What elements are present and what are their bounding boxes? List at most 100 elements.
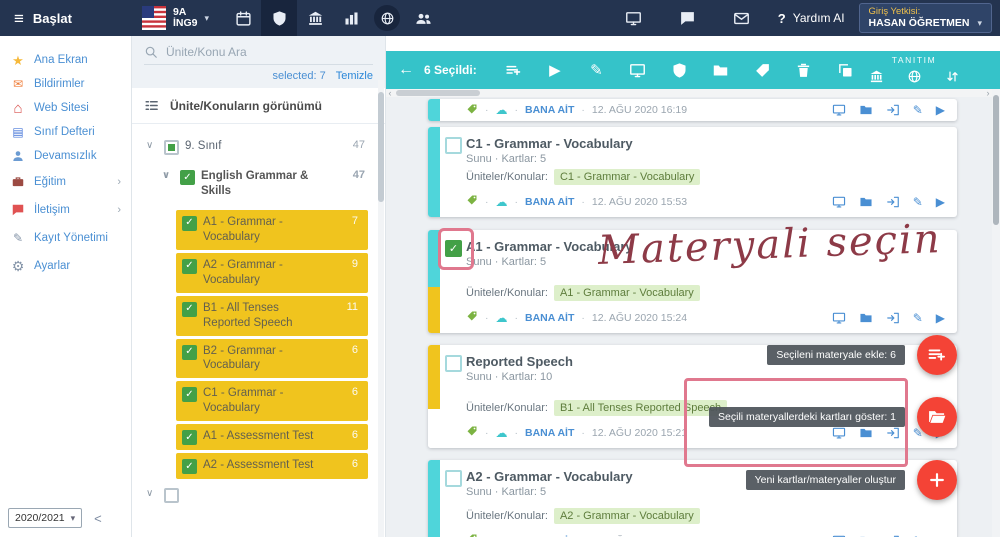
- present-card-button[interactable]: [832, 311, 846, 325]
- edit-card-button[interactable]: ✎: [913, 104, 923, 116]
- clear-selection-link[interactable]: Temizle: [336, 70, 373, 82]
- sidebar-item-sinif-defteri[interactable]: ▤ Sınıf Defteri: [0, 120, 131, 144]
- sidebar-item-web-sitesi[interactable]: ⌂ Web Sitesi: [0, 96, 131, 120]
- institution-button[interactable]: [297, 0, 333, 36]
- protect-button[interactable]: [669, 56, 690, 84]
- play-card-button[interactable]: ▶: [936, 104, 945, 116]
- sidebar-item-bildirimler[interactable]: ✉ Bildirimler: [0, 72, 131, 96]
- web-button[interactable]: [369, 0, 405, 36]
- checkbox-checked[interactable]: ✓: [182, 459, 197, 475]
- sidebar-item-egitim[interactable]: Eğitim ›: [0, 168, 131, 196]
- login-role-selector[interactable]: Giriş Yetkisi: HASAN ÖĞRETMEN ▾: [858, 3, 992, 33]
- folder-card-button[interactable]: [859, 534, 873, 537]
- move-to-folder-button[interactable]: [710, 56, 731, 84]
- scroll-left-icon[interactable]: ‹: [386, 88, 394, 98]
- checkbox-indeterminate[interactable]: [164, 140, 179, 155]
- main-scrollbar[interactable]: [992, 89, 1000, 537]
- help-button[interactable]: ? Yardım AI: [778, 11, 845, 26]
- card-checkbox[interactable]: [445, 137, 462, 154]
- institution-share-button[interactable]: [866, 67, 886, 85]
- checkbox-checked[interactable]: ✓: [182, 387, 197, 403]
- statistics-button[interactable]: [333, 0, 369, 36]
- tree-node-9-sinif[interactable]: ∨ 9. Sınıf 47: [138, 134, 375, 160]
- material-card-partial[interactable]: · ☁ · BANA AİT · 12. AĞU 2020 16:19 ✎ ▶: [428, 99, 957, 121]
- shield-module-button[interactable]: [261, 0, 297, 36]
- unit-search-input[interactable]: [166, 45, 336, 59]
- material-card-a2[interactable]: A2 - Grammar - Vocabulary Sunu · Kartlar…: [428, 460, 957, 537]
- fab-create-new-material[interactable]: [917, 460, 957, 500]
- tree-node-partial[interactable]: ∨: [138, 482, 375, 508]
- present-card-button[interactable]: [832, 426, 846, 440]
- delete-button[interactable]: [793, 56, 814, 84]
- sort-button[interactable]: [942, 67, 962, 85]
- sidebar-item-ayarlar[interactable]: ⚙ Ayarlar: [0, 252, 131, 280]
- school-year-select[interactable]: 2020/2021 ▾: [8, 508, 83, 528]
- tree-node-c1-grammar[interactable]: ✓ C1 - Grammar - Vocabulary 6: [176, 381, 368, 422]
- sidebar-item-devamsizlik[interactable]: Devamsızlık: [0, 144, 131, 168]
- play-card-button[interactable]: ▶: [936, 312, 945, 324]
- present-card-button[interactable]: [832, 195, 846, 209]
- present-button[interactable]: [627, 56, 648, 84]
- material-card-a1[interactable]: ✓ A1 - Grammar - Vocabulary Sunu · Kartl…: [428, 230, 957, 333]
- material-card-reported-speech[interactable]: Reported Speech Sunu · Kartlar: 10 Ünite…: [428, 345, 957, 448]
- checkbox-unchecked[interactable]: [164, 488, 179, 504]
- sidebar-collapse-button[interactable]: <: [90, 509, 106, 528]
- horizontal-scrollbar[interactable]: ‹ ›: [386, 88, 992, 98]
- open-card-button[interactable]: [886, 311, 900, 325]
- checkbox-checked[interactable]: ✓: [182, 215, 197, 231]
- add-to-list-button[interactable]: [503, 56, 524, 84]
- material-card-c1[interactable]: C1 - Grammar - Vocabulary Sunu · Kartlar…: [428, 127, 957, 217]
- sidebar-item-iletisim[interactable]: İletişim ›: [0, 196, 131, 224]
- checkbox-checked[interactable]: ✓: [180, 170, 195, 185]
- topic-chip[interactable]: A2 - Grammar - Vocabulary: [553, 508, 700, 524]
- class-selector[interactable]: 9A İNG9 ▾: [142, 6, 209, 30]
- fab-add-selected-to-material[interactable]: [917, 335, 957, 375]
- play-button[interactable]: ▶: [544, 56, 565, 84]
- main-scrollbar-thumb[interactable]: [993, 95, 999, 225]
- messages-button[interactable]: [670, 0, 706, 36]
- checkbox-checked[interactable]: ✓: [182, 430, 197, 446]
- tree-node-a1-grammar[interactable]: ✓ A1 - Grammar - Vocabulary 7: [176, 209, 368, 250]
- tree-node-a1-assessment[interactable]: ✓ A1 - Assessment Test 6: [176, 424, 368, 451]
- folder-card-button[interactable]: [859, 426, 873, 440]
- card-checkbox[interactable]: [445, 355, 462, 372]
- scroll-right-icon[interactable]: ›: [984, 88, 992, 98]
- duplicate-button[interactable]: [835, 56, 856, 84]
- edit-card-button[interactable]: ✎: [913, 312, 923, 324]
- open-card-button[interactable]: [886, 195, 900, 209]
- checkbox-checked[interactable]: ✓: [182, 258, 197, 274]
- topic-chip[interactable]: B1 - All Tenses Reported Speech: [553, 400, 728, 416]
- sidebar-item-kayit-yonetimi[interactable]: ✎ Kayıt Yönetimi: [0, 224, 131, 252]
- checkbox-checked[interactable]: ✓: [182, 301, 197, 317]
- card-checkbox[interactable]: [445, 470, 462, 487]
- tree-node-b1-all-tenses[interactable]: ✓ B1 - All Tenses Reported Speech 11: [176, 295, 368, 336]
- edit-card-button[interactable]: ✎: [913, 196, 923, 208]
- folder-card-button[interactable]: [859, 103, 873, 117]
- tree-node-english-grammar[interactable]: ∨ ✓ English Grammar & Skills 47: [138, 164, 375, 204]
- calendar-button[interactable]: [225, 0, 261, 36]
- present-card-button[interactable]: [832, 534, 846, 537]
- edit-button[interactable]: ✎: [586, 56, 607, 84]
- tag-button[interactable]: [752, 56, 773, 84]
- open-card-button[interactable]: [886, 103, 900, 117]
- start-menu-button[interactable]: ≡ Başlat: [0, 10, 86, 27]
- present-card-button[interactable]: [832, 103, 846, 117]
- tree-node-a2-grammar[interactable]: ✓ A2 - Grammar - Vocabulary 9: [176, 252, 368, 293]
- public-share-button[interactable]: [904, 67, 924, 85]
- card-checkbox-checked[interactable]: ✓: [445, 240, 462, 257]
- topic-chip[interactable]: C1 - Grammar - Vocabulary: [553, 169, 701, 185]
- open-card-button[interactable]: [886, 426, 900, 440]
- tree-node-b2-grammar[interactable]: ✓ B2 - Grammar - Vocabulary 6: [176, 338, 368, 379]
- fab-show-selected-cards[interactable]: [917, 397, 957, 437]
- sidebar-item-ana-ekran[interactable]: ★ Ana Ekran: [0, 48, 131, 72]
- screen-share-button[interactable]: [616, 0, 652, 36]
- horizontal-scrollbar-thumb[interactable]: [396, 90, 480, 96]
- back-button[interactable]: ←: [398, 61, 414, 79]
- play-card-button[interactable]: ▶: [936, 196, 945, 208]
- tree-scrollbar-thumb[interactable]: [378, 92, 384, 202]
- folder-card-button[interactable]: [859, 195, 873, 209]
- checkbox-checked[interactable]: ✓: [182, 344, 197, 360]
- open-card-button[interactable]: [886, 534, 900, 537]
- topic-chip[interactable]: A1 - Grammar - Vocabulary: [553, 285, 700, 301]
- mailbox-button[interactable]: [724, 0, 760, 36]
